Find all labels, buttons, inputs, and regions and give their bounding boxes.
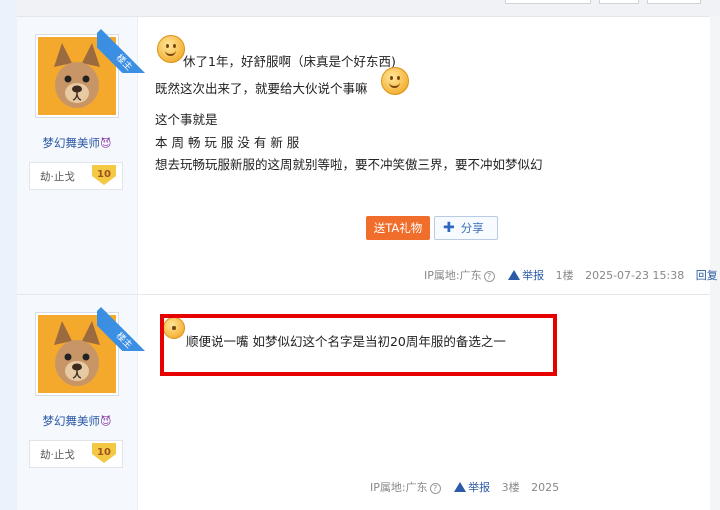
share-label: 分享: [460, 221, 484, 235]
warning-icon: [454, 482, 467, 492]
post-line-2: 既然这次出来了，就要给大伙说个事嘛: [155, 81, 368, 96]
owner-badge-label: 楼主: [97, 307, 153, 351]
report-link[interactable]: 举报: [508, 269, 544, 282]
author-name[interactable]: 梦幻舞美师😈: [17, 135, 137, 151]
plus-icon: ✚: [443, 220, 455, 236]
author-name-text[interactable]: 梦幻舞美师: [43, 414, 101, 428]
owner-ribbon: 楼主: [97, 17, 153, 73]
level-badge: 10: [92, 165, 116, 185]
question-circle-icon[interactable]: ?: [483, 271, 495, 282]
top-button-3[interactable]: [647, 0, 701, 4]
ip-location: IP属地:广东: [370, 481, 428, 494]
post-line-4: 本 周 畅 玩 服 没 有 新 服: [155, 135, 300, 150]
floor-number: 3楼: [501, 481, 520, 494]
post-meta: IP属地:广东? 举报 3楼 2025: [370, 479, 559, 495]
smiley-icon: [381, 67, 409, 95]
top-toolbar-strip: [17, 0, 720, 17]
ip-location: IP属地:广东: [424, 269, 482, 282]
owner-ribbon: 楼主: [97, 295, 153, 351]
post-time: 2025-07-23 15:38: [585, 269, 685, 282]
post-line-5: 想去玩畅玩服新服的这周就别等啦，要不冲笑傲三界，要不冲如梦似幻: [155, 157, 543, 172]
level-badge: 10: [92, 443, 116, 463]
send-gift-button[interactable]: 送TA礼物: [366, 216, 430, 240]
post-meta: IP属地:广东? 举报 1楼 2025-07-23 15:38 回复: [424, 267, 718, 283]
author-name-text[interactable]: 梦幻舞美师: [43, 136, 101, 150]
devil-emoji-icon: 😈: [100, 415, 112, 428]
report-link[interactable]: 举报: [454, 481, 490, 494]
reply-link[interactable]: 回复: [696, 269, 718, 282]
post-1: 梦幻舞美师😈 劫·止戈 10 楼主 休了1年，好舒服啊（床真是个好东西) 既然这…: [17, 17, 718, 294]
owner-badge-label: 楼主: [97, 29, 153, 73]
left-sidebar-strip: [0, 0, 17, 510]
post-line-3: 这个事就是: [155, 112, 218, 127]
top-button-1[interactable]: [505, 0, 591, 4]
floor-number: 1楼: [555, 269, 574, 282]
warning-icon: [508, 270, 521, 280]
top-button-2[interactable]: [599, 0, 639, 4]
smiley-icon: [157, 35, 185, 63]
post-line-1: 休了1年，好舒服啊（床真是个好东西): [183, 54, 396, 69]
author-title-box: 劫·止戈 10: [29, 440, 123, 468]
author-name[interactable]: 梦幻舞美师😈: [17, 413, 137, 429]
question-circle-icon[interactable]: ?: [429, 483, 441, 494]
author-title-box: 劫·止戈 10: [29, 162, 123, 190]
right-edge: [709, 16, 720, 510]
author-title: 劫·止戈: [40, 171, 75, 183]
devil-emoji-icon: 😈: [100, 137, 112, 150]
red-highlight-box: [160, 314, 557, 376]
author-title: 劫·止戈: [40, 449, 75, 461]
share-button[interactable]: ✚ 分享: [434, 216, 498, 240]
post-time: 2025: [531, 481, 560, 494]
